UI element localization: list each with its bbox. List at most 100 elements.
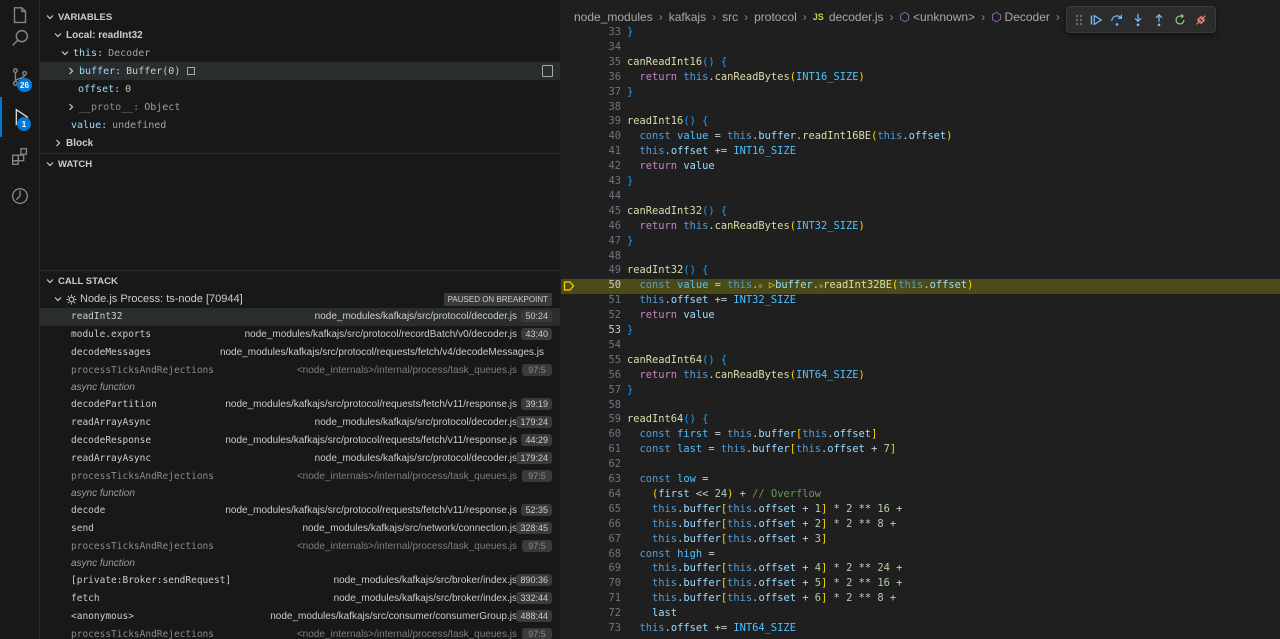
- call-stack-frame[interactable]: <anonymous> node_modules/kafkajs/src/cons…: [40, 608, 560, 626]
- call-stack-frame[interactable]: processTicksAndRejections <node_internals…: [40, 626, 560, 639]
- line-number[interactable]: 54: [561, 339, 621, 351]
- line-number[interactable]: 46: [561, 220, 621, 232]
- line-number[interactable]: 55: [561, 354, 621, 366]
- line-number[interactable]: 67: [561, 533, 621, 545]
- line-number[interactable]: 72: [561, 607, 621, 619]
- line-number[interactable]: 45: [561, 205, 621, 217]
- line-number[interactable]: 44: [561, 190, 621, 202]
- watch-section-header[interactable]: WATCH: [40, 155, 560, 173]
- call-stack-frame[interactable]: module.exports node_modules/kafkajs/src/p…: [40, 326, 560, 344]
- code-line[interactable]: 62: [561, 458, 1280, 473]
- line-number[interactable]: 41: [561, 145, 621, 157]
- line-number[interactable]: 73: [561, 622, 621, 634]
- line-number[interactable]: 38: [561, 101, 621, 113]
- code-line[interactable]: 66 this.buffer[this.offset + 2] * 2 ** 8…: [561, 518, 1280, 533]
- line-number[interactable]: 47: [561, 235, 621, 247]
- view-memory-icon[interactable]: [542, 65, 553, 77]
- process-row[interactable]: Node.js Process: ts-node [70944] PAUSED …: [40, 290, 560, 308]
- line-number[interactable]: 57: [561, 384, 621, 396]
- var-offset[interactable]: offset: 0: [40, 80, 560, 98]
- code-line[interactable]: 49 readInt32() {: [561, 264, 1280, 279]
- line-number[interactable]: 49: [561, 264, 621, 276]
- code-line[interactable]: 44: [561, 190, 1280, 205]
- code-line[interactable]: 50 const value = this.● ▷buffer.●readInt…: [561, 279, 1280, 295]
- call-stack-frame[interactable]: decodePartition node_modules/kafkajs/src/…: [40, 396, 560, 414]
- var-proto[interactable]: __proto__: Object: [40, 98, 560, 116]
- code-line[interactable]: 61 const last = this.buffer[this.offset …: [561, 443, 1280, 458]
- line-number[interactable]: 64: [561, 488, 621, 500]
- line-number[interactable]: 34: [561, 41, 621, 53]
- code-line[interactable]: 68 const high =: [561, 548, 1280, 563]
- line-number[interactable]: 48: [561, 250, 621, 262]
- line-number[interactable]: 36: [561, 71, 621, 83]
- call-stack-frame[interactable]: fetch node_modules/kafkajs/src/broker/ind…: [40, 590, 560, 608]
- code-line[interactable]: 52 return value: [561, 309, 1280, 324]
- code-line[interactable]: 33}: [561, 26, 1280, 41]
- breadcrumb-item[interactable]: kafkajs: [669, 10, 706, 24]
- code-line[interactable]: 67 this.buffer[this.offset + 3]: [561, 533, 1280, 548]
- var-value[interactable]: value: undefined: [40, 116, 560, 134]
- code-line[interactable]: 73 this.offset += INT64_SIZE: [561, 622, 1280, 637]
- line-number[interactable]: 35: [561, 56, 621, 68]
- breadcrumb-item[interactable]: protocol: [754, 10, 797, 24]
- line-number[interactable]: 53: [561, 324, 621, 336]
- call-stack-frame[interactable]: send node_modules/kafkajs/src/network/con…: [40, 520, 560, 538]
- line-number[interactable]: 62: [561, 458, 621, 470]
- line-number[interactable]: 65: [561, 503, 621, 515]
- code-line[interactable]: 57}: [561, 384, 1280, 399]
- code-line[interactable]: 38: [561, 101, 1280, 116]
- call-stack-frame[interactable]: readArrayAsync node_modules/kafkajs/src/p…: [40, 450, 560, 468]
- code-line[interactable]: 71 this.buffer[this.offset + 6] * 2 ** 8…: [561, 592, 1280, 607]
- code-line[interactable]: 42 return value: [561, 160, 1280, 175]
- call-stack-section-header[interactable]: CALL STACK: [40, 272, 560, 290]
- code-line[interactable]: 59 readInt64() {: [561, 413, 1280, 428]
- call-stack-frame[interactable]: processTicksAndRejections <node_internals…: [40, 538, 560, 556]
- code-line[interactable]: 58: [561, 399, 1280, 414]
- code-line[interactable]: 41 this.offset += INT16_SIZE: [561, 145, 1280, 160]
- line-number[interactable]: 69: [561, 562, 621, 574]
- remote-explorer-icon[interactable]: [0, 176, 40, 216]
- line-number[interactable]: 37: [561, 86, 621, 98]
- line-number[interactable]: 39: [561, 115, 621, 127]
- code-line[interactable]: 35 canReadInt16() {: [561, 56, 1280, 71]
- call-stack-frame[interactable]: processTicksAndRejections <node_internals…: [40, 468, 560, 486]
- call-stack-frame[interactable]: [private:Broker:sendRequest] node_modules…: [40, 572, 560, 590]
- code-line[interactable]: 56 return this.canReadBytes(INT64_SIZE): [561, 369, 1280, 384]
- line-number[interactable]: 40: [561, 130, 621, 142]
- breadcrumb-item[interactable]: src: [722, 10, 738, 24]
- var-buffer[interactable]: buffer: Buffer(0): [40, 62, 560, 80]
- code-line[interactable]: 53}: [561, 324, 1280, 339]
- call-stack-frame[interactable]: decodeMessages node_modules/kafkajs/src/p…: [40, 344, 560, 362]
- scope-local[interactable]: Local: readInt32: [40, 26, 560, 44]
- line-number[interactable]: 66: [561, 518, 621, 530]
- breadcrumb-item[interactable]: node_modules: [574, 10, 653, 24]
- search-icon[interactable]: [0, 18, 40, 58]
- line-number[interactable]: 43: [561, 175, 621, 187]
- code-line[interactable]: 36 return this.canReadBytes(INT16_SIZE): [561, 71, 1280, 86]
- code-line[interactable]: 54: [561, 339, 1280, 354]
- line-number[interactable]: 71: [561, 592, 621, 604]
- line-number[interactable]: 59: [561, 413, 621, 425]
- code-line[interactable]: 64 (first << 24) + // Overflow: [561, 488, 1280, 503]
- code-line[interactable]: 45 canReadInt32() {: [561, 205, 1280, 220]
- variables-section-header[interactable]: VARIABLES: [40, 8, 560, 26]
- line-number[interactable]: 60: [561, 428, 621, 440]
- call-stack-frame[interactable]: processTicksAndRejections <node_internals…: [40, 362, 560, 380]
- code-line[interactable]: 51 this.offset += INT32_SIZE: [561, 294, 1280, 309]
- code-line[interactable]: 65 this.buffer[this.offset + 1] * 2 ** 1…: [561, 503, 1280, 518]
- line-number[interactable]: 63: [561, 473, 621, 485]
- line-number[interactable]: 51: [561, 294, 621, 306]
- code-line[interactable]: 55 canReadInt64() {: [561, 354, 1280, 369]
- line-number[interactable]: 33: [561, 26, 621, 38]
- breadcrumb-item[interactable]: decoder.js: [829, 10, 884, 24]
- run-debug-icon[interactable]: 1: [0, 97, 40, 137]
- breadcrumb-item[interactable]: Decoder: [1005, 10, 1050, 24]
- line-number[interactable]: 52: [561, 309, 621, 321]
- breadcrumb-item[interactable]: <unknown>: [913, 10, 975, 24]
- code-line[interactable]: 39 readInt16() {: [561, 115, 1280, 130]
- line-number[interactable]: 56: [561, 369, 621, 381]
- line-number[interactable]: 61: [561, 443, 621, 455]
- code-line[interactable]: 69 this.buffer[this.offset + 4] * 2 ** 2…: [561, 562, 1280, 577]
- line-number[interactable]: 58: [561, 399, 621, 411]
- code-line[interactable]: 48: [561, 250, 1280, 265]
